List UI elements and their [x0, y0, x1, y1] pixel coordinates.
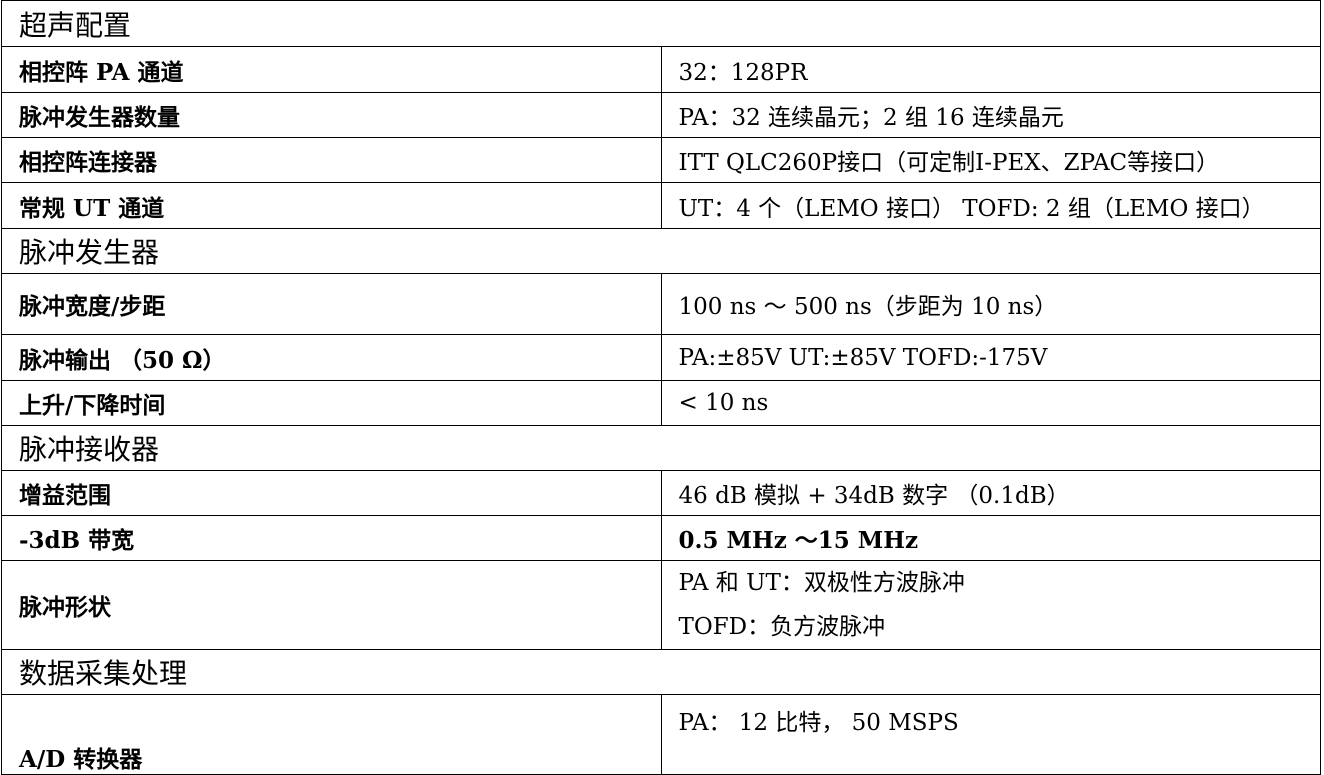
table-row: 上升/下降时间 < 10 ns [1, 380, 1321, 426]
table-row: 脉冲输出 （50 Ω） PA:±85V UT:±85V TOFD:-175V [1, 334, 1321, 381]
section-title: 超声配置 [1, 0, 1321, 47]
section-header-row: 脉冲接收器 [1, 425, 1321, 471]
section-title: 数据采集处理 [1, 649, 1321, 695]
spec-label: 脉冲发生器数量 [1, 92, 662, 138]
section-title: 脉冲发生器 [1, 228, 1321, 274]
table-row: 脉冲发生器数量 PA：32 连续晶元；2 组 16 连续晶元 [1, 92, 1321, 138]
spec-label: -3dB 带宽 [1, 515, 662, 561]
table-row: 常规 UT 通道 UT：4 个（LEMO 接口） TOFD: 2 组（LEMO 接… [1, 182, 1321, 229]
table-row: -3dB 带宽 0.5 MHz ～15 MHz [1, 515, 1321, 561]
spec-label: 相控阵连接器 [1, 137, 662, 183]
spec-table: 超声配置 相控阵 PA 通道 32：128PR 脉冲发生器数量 PA：32 连续晶元；2… [1, 0, 1321, 775]
spec-value: PA:±85V UT:±85V TOFD:-175V [678, 344, 1048, 371]
spec-label: 上升/下降时间 [1, 380, 662, 426]
spec-value-cell: 32：128PR [660, 46, 1321, 93]
spec-value: 100 ns ～ 500 ns（步距为 10 ns） [678, 294, 1058, 320]
spec-value: PA：32 连续晶元；2 组 16 连续晶元 [678, 105, 1064, 131]
section-header-row: 数据采集处理 [1, 649, 1321, 695]
table-row: 相控阵 PA 通道 32：128PR [1, 46, 1321, 93]
spec-value: PA： 12 比特， 50 MSPS [678, 710, 959, 736]
spec-value-cell: 0.5 MHz ～15 MHz [660, 515, 1321, 561]
table-row: A/D 转换器 PA： 12 比特， 50 MSPS [1, 694, 1321, 775]
section-header-row: 脉冲发生器 [1, 228, 1321, 274]
spec-value: < 10 ns [678, 390, 769, 416]
spec-label: A/D 转换器 [1, 694, 662, 775]
spec-value: 0.5 MHz ～15 MHz [678, 527, 919, 554]
spec-value: PA 和 UT：双极性方波脉冲 [678, 570, 965, 596]
spec-value-cell: UT：4 个（LEMO 接口） TOFD: 2 组（LEMO 接口） [660, 182, 1321, 229]
spec-value: UT：4 个（LEMO 接口） TOFD: 2 组（LEMO 接口） [678, 195, 1265, 222]
spec-label: 常规 UT 通道 [1, 182, 662, 229]
spec-value-cell: PA：32 连续晶元；2 组 16 连续晶元 [660, 92, 1321, 138]
spec-value: TOFD：负方波脉冲 [678, 614, 886, 640]
spec-value-cell: PA： 12 比特， 50 MSPS [660, 694, 1321, 775]
spec-label: 相控阵 PA 通道 [1, 46, 662, 93]
spec-label: 增益范围 [1, 470, 662, 516]
spec-value-cell: 100 ns ～ 500 ns（步距为 10 ns） [660, 273, 1321, 335]
spec-value: 46 dB 模拟 + 34dB 数字 （0.1dB） [678, 483, 1070, 509]
table-row: 脉冲形状 PA 和 UT：双极性方波脉冲 TOFD：负方波脉冲 [1, 560, 1321, 650]
spec-label: 脉冲宽度/步距 [1, 273, 662, 335]
spec-value-cell: 46 dB 模拟 + 34dB 数字 （0.1dB） [660, 470, 1321, 516]
spec-value-cell: PA 和 UT：双极性方波脉冲 TOFD：负方波脉冲 [660, 560, 1321, 650]
spec-value-cell: PA:±85V UT:±85V TOFD:-175V [660, 334, 1321, 381]
table-row: 相控阵连接器 ITT QLC260P接口（可定制I-PEX、ZPAC等接口） [1, 137, 1321, 183]
spec-label: 脉冲形状 [1, 560, 662, 650]
section-title: 脉冲接收器 [1, 425, 1321, 471]
spec-label: 脉冲输出 （50 Ω） [1, 334, 662, 381]
spec-value: 32：128PR [678, 59, 808, 86]
spec-value-cell: < 10 ns [660, 380, 1321, 426]
section-header-row: 超声配置 [1, 0, 1321, 47]
spec-value: ITT QLC260P接口（可定制I-PEX、ZPAC等接口） [678, 150, 1220, 176]
table-row: 脉冲宽度/步距 100 ns ～ 500 ns（步距为 10 ns） [1, 273, 1321, 335]
table-row: 增益范围 46 dB 模拟 + 34dB 数字 （0.1dB） [1, 470, 1321, 516]
spec-value-cell: ITT QLC260P接口（可定制I-PEX、ZPAC等接口） [660, 137, 1321, 183]
